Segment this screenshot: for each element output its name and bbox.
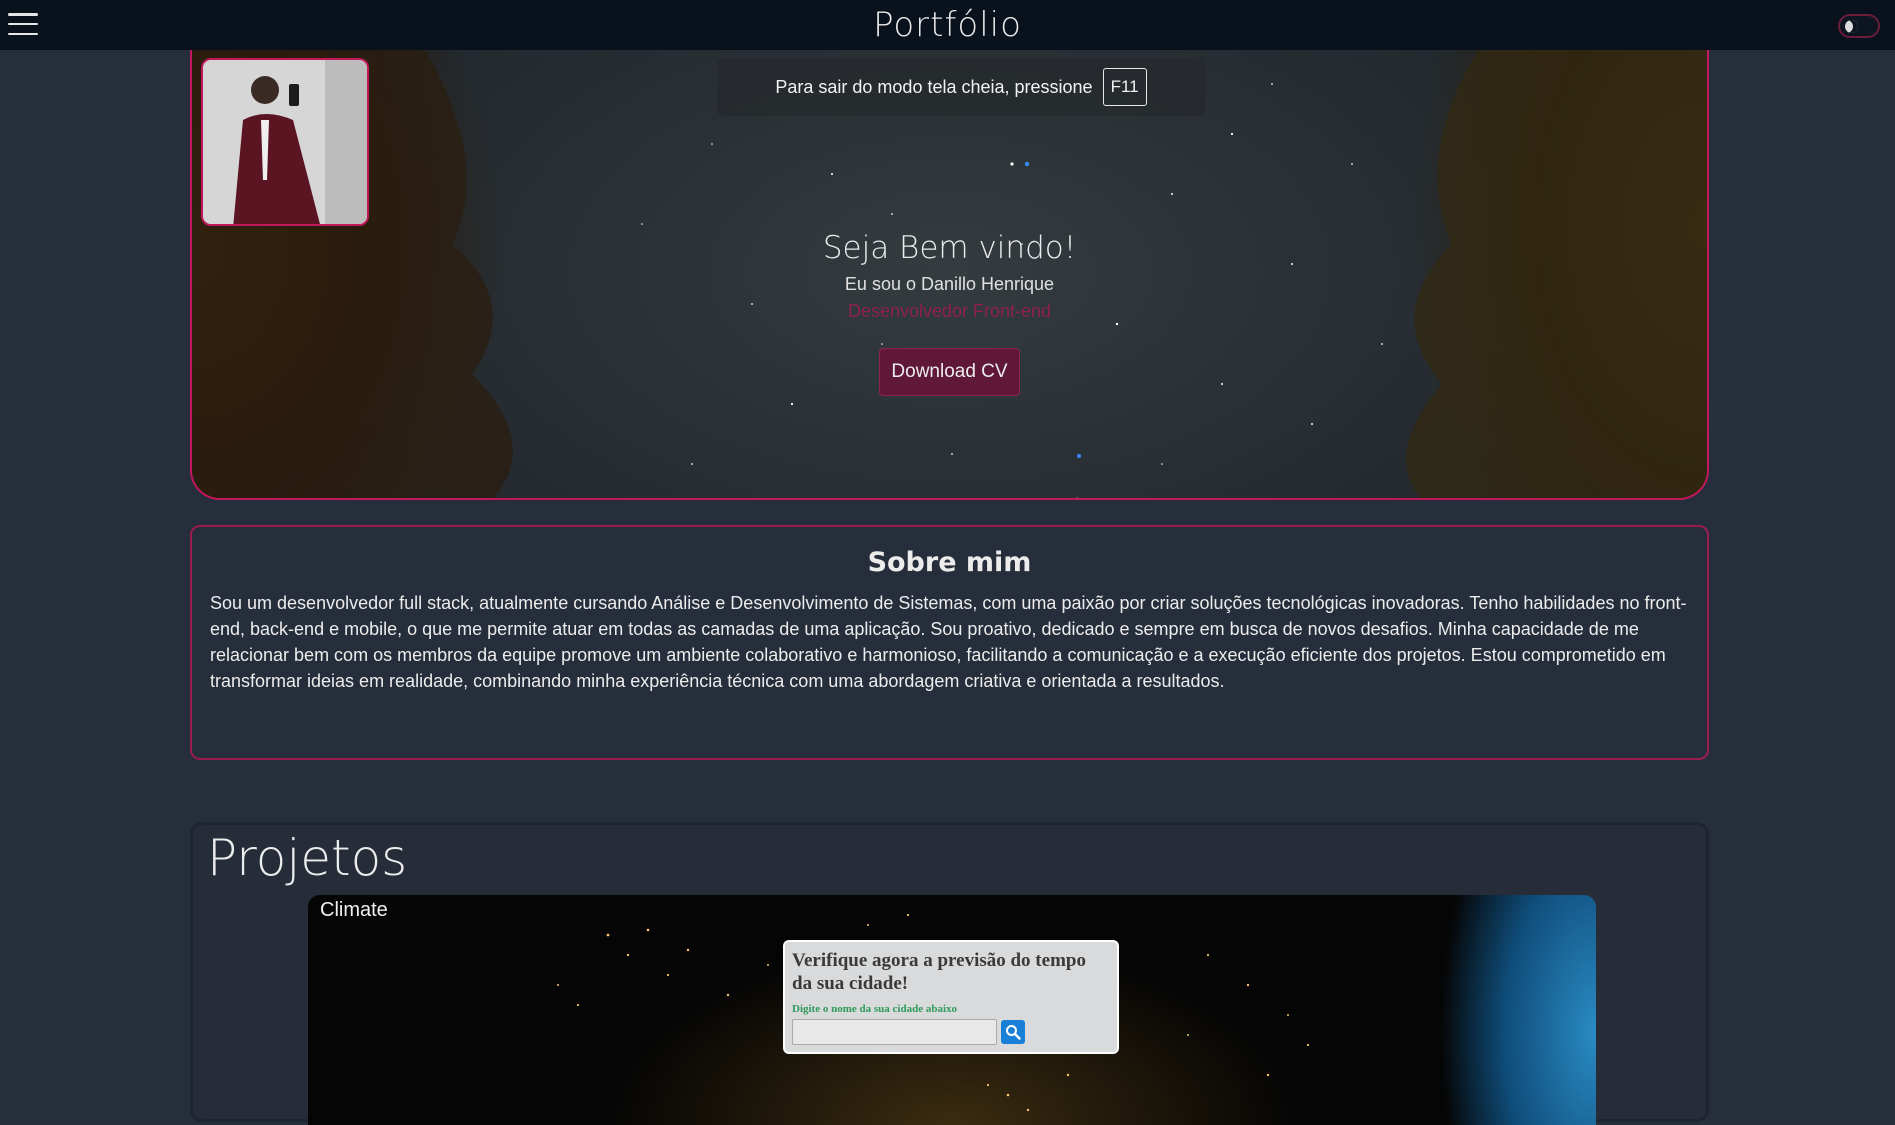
about-title: Sobre mim <box>867 547 1032 578</box>
hero-intro: Seja Bem vindo! Eu sou o Danillo Henriqu… <box>192 230 1707 396</box>
city-input[interactable] <box>792 1019 997 1045</box>
fullscreen-notice: Para sair do modo tela cheia, pressione … <box>717 58 1205 116</box>
hero-greeting: Seja Bem vindo! <box>822 230 1077 266</box>
hero-name: Eu sou o Danillo Henrique <box>844 274 1055 294</box>
theme-toggle[interactable] <box>1838 14 1880 38</box>
hero-role: Desenvolvedor Front-end <box>847 301 1052 321</box>
project-card-climate[interactable]: Climate Verifique agora a previsão do te… <box>308 895 1596 1125</box>
about-text: Sou um desenvolvedor full stack, atualme… <box>210 593 1687 691</box>
profile-photo <box>201 58 369 226</box>
download-cv-button[interactable]: Download CV <box>879 348 1020 396</box>
moon-icon <box>1845 20 1858 33</box>
about-section: Sobre mim Sou um desenvolvedor full stac… <box>190 525 1709 760</box>
person-silhouette-icon <box>203 60 367 224</box>
weather-search-row <box>792 1019 1110 1045</box>
project-label: Climate <box>320 899 388 921</box>
weather-hint: Digite o nome da sua cidade abaixo <box>792 1003 958 1015</box>
search-icon <box>1006 1025 1021 1040</box>
fullscreen-notice-text: Para sair do modo tela cheia, pressione <box>775 76 1093 97</box>
search-button[interactable] <box>1001 1020 1025 1044</box>
weather-widget: Verifique agora a previsão do tempo da s… <box>783 940 1119 1054</box>
projects-section: Projetos Climate Verifique agora a previ… <box>190 822 1709 1125</box>
hamburger-menu-icon[interactable] <box>8 13 38 35</box>
top-navbar: Portfólio <box>0 0 1895 50</box>
weather-title: Verifique agora a previsão do tempo da s… <box>792 950 1086 994</box>
f11-key: F11 <box>1102 68 1147 106</box>
hero-section: Para sair do modo tela cheia, pressione … <box>190 44 1709 500</box>
site-title: Portfólio <box>873 5 1022 45</box>
projects-title: Projetos <box>207 829 408 887</box>
